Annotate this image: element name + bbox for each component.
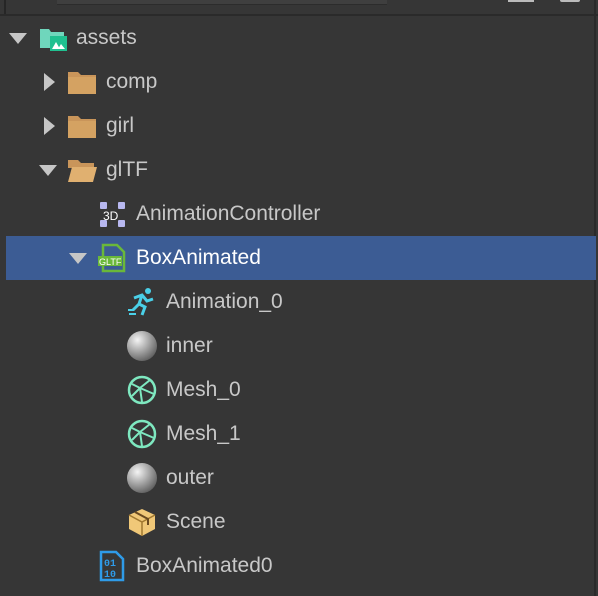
toolbar-button[interactable] xyxy=(508,0,534,2)
asset-tree: assets comp girl glTF 3D AnimationController G… xyxy=(6,16,596,588)
tree-item[interactable]: GLTF BoxAnimated xyxy=(6,236,596,280)
folder-icon xyxy=(66,66,98,98)
folder-icon xyxy=(66,110,98,142)
tree-item[interactable]: 3D AnimationController xyxy=(6,192,596,236)
mesh-icon xyxy=(126,418,158,450)
animation-controller-3d-icon: 3D xyxy=(96,198,128,230)
material-sphere-icon xyxy=(126,330,158,362)
tree-item-label: glTF xyxy=(106,158,148,181)
material-sphere-icon xyxy=(126,462,158,494)
search-input[interactable] xyxy=(57,0,387,5)
tree-item[interactable]: Mesh_0 xyxy=(6,368,596,412)
assets-folder-icon xyxy=(36,22,68,54)
caret-down-icon[interactable] xyxy=(9,32,27,44)
toolbar xyxy=(0,0,598,16)
svg-text:01: 01 xyxy=(104,559,116,570)
tree-item[interactable]: Scene xyxy=(6,500,596,544)
svg-text:10: 10 xyxy=(104,570,116,581)
binary-file-icon: 01 10 xyxy=(96,550,128,582)
tree-item[interactable]: assets xyxy=(6,16,596,60)
gltf-file-icon: GLTF xyxy=(96,242,128,274)
animation-clip-icon xyxy=(126,286,158,318)
caret-down-icon[interactable] xyxy=(69,252,87,264)
tree-item-label: inner xyxy=(166,334,213,357)
tree-item-label: outer xyxy=(166,466,214,489)
tree-item[interactable]: Animation_0 xyxy=(6,280,596,324)
folder-open-icon xyxy=(66,154,98,186)
prefab-box-icon xyxy=(126,506,158,538)
tree-item-label: AnimationController xyxy=(136,202,321,225)
caret-right-icon[interactable] xyxy=(44,73,55,91)
tree-item[interactable]: 01 10 BoxAnimated0 xyxy=(6,544,596,588)
tree-item[interactable]: outer xyxy=(6,456,596,500)
tree-item-label: Mesh_1 xyxy=(166,422,241,445)
tree-item-label: comp xyxy=(106,70,158,93)
caret-down-icon[interactable] xyxy=(39,164,57,176)
svg-text:3D: 3D xyxy=(103,209,119,223)
tree-item[interactable]: Mesh_1 xyxy=(6,412,596,456)
caret-right-icon[interactable] xyxy=(44,117,55,135)
tree-item-label: girl xyxy=(106,114,135,137)
tree-item[interactable]: glTF xyxy=(6,148,596,192)
tree-item-label: assets xyxy=(76,26,137,49)
tree-item-label: Scene xyxy=(166,510,226,533)
tree-item[interactable]: inner xyxy=(6,324,596,368)
tree-item-label: BoxAnimated0 xyxy=(136,554,273,577)
tree-item[interactable]: comp xyxy=(6,60,596,104)
mesh-icon xyxy=(126,374,158,406)
tree-item[interactable]: girl xyxy=(6,104,596,148)
svg-text:GLTF: GLTF xyxy=(99,257,122,267)
tree-item-label: Animation_0 xyxy=(166,290,283,313)
panel-edge xyxy=(4,0,6,14)
toolbar-button[interactable] xyxy=(560,0,580,2)
tree-item-label: Mesh_0 xyxy=(166,378,241,401)
tree-item-label: BoxAnimated xyxy=(136,246,261,269)
